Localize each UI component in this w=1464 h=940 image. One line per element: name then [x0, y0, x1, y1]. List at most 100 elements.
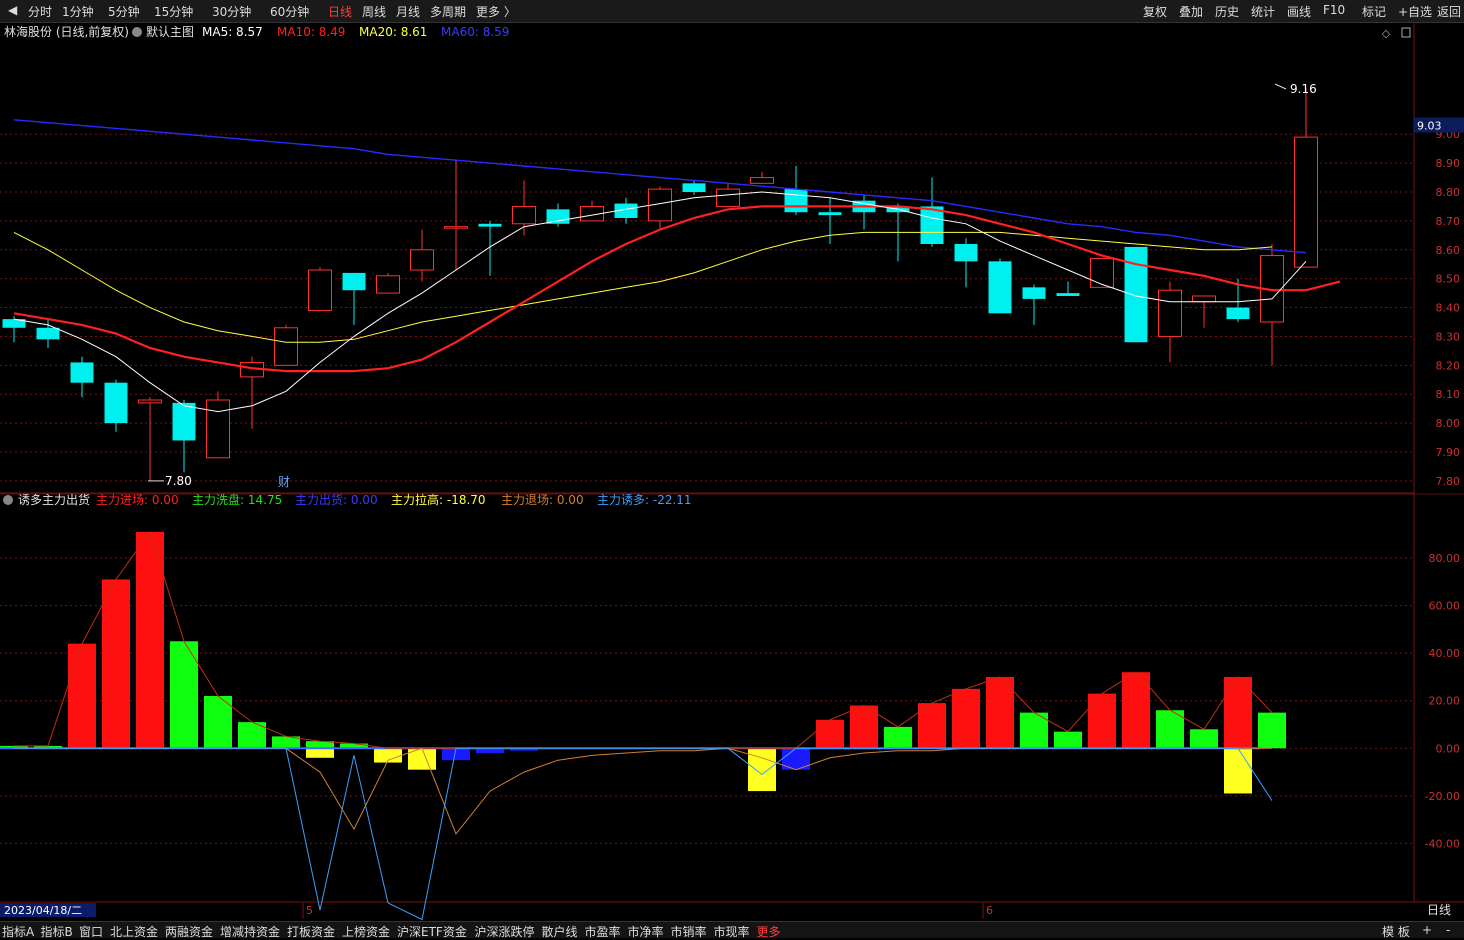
ma-legend-2: MA20: 8.61 — [359, 25, 427, 39]
tab-sxl[interactable]: 市销率 — [671, 923, 707, 940]
tuichang-line — [14, 747, 1272, 835]
collapse-icon[interactable]: ◀ — [8, 3, 17, 17]
price-tick: 8.00 — [1436, 417, 1461, 430]
candle-body-up — [1192, 295, 1216, 303]
period-5min[interactable]: 5分钟 — [108, 3, 140, 20]
period-day[interactable]: 日线 — [328, 3, 352, 20]
indicator-name[interactable]: 诱多主力出货 — [18, 492, 90, 507]
bar-jinchang — [1088, 693, 1116, 749]
price-tick: 8.90 — [1436, 157, 1461, 170]
price-tick: 8.40 — [1436, 302, 1461, 315]
candle-body-down — [682, 183, 706, 192]
tab-dbzj[interactable]: 打板资金 — [287, 923, 335, 940]
tool-biaoji[interactable]: 标记 — [1362, 3, 1386, 20]
bar-xipan — [884, 726, 912, 749]
indicator-dropdown-icon[interactable] — [3, 495, 13, 505]
tab-zjcz[interactable]: 增减持资金 — [220, 923, 280, 940]
high-label: 9.16 — [1290, 82, 1317, 96]
tool-diejia[interactable]: 叠加 — [1179, 3, 1203, 20]
price-tick: 8.70 — [1436, 215, 1461, 228]
candle-body-down — [546, 209, 570, 224]
diamond-icon[interactable]: ◇ — [1382, 27, 1391, 40]
period-1min[interactable]: 1分钟 — [62, 3, 94, 20]
bar-lagao — [306, 748, 334, 758]
price-tick: 8.50 — [1436, 273, 1461, 286]
tool-fuquan[interactable]: 复权 — [1143, 3, 1167, 20]
bottom-plus[interactable]: + — [1422, 923, 1432, 937]
indicator-tick: -40.00 — [1425, 837, 1460, 850]
period-month[interactable]: 月线 — [396, 3, 420, 20]
template-name[interactable]: 默认主图 — [146, 24, 194, 39]
bar-lagao — [1224, 748, 1252, 794]
indicator-tick: 60.00 — [1429, 600, 1461, 613]
tool-zixuan[interactable]: +自选 — [1398, 3, 1432, 20]
candle-body-down — [784, 189, 808, 213]
tab-more[interactable]: 更多 — [757, 923, 781, 940]
indicator-legend-2: 主力出货: 0.00 — [295, 492, 378, 507]
indicator-legend-0: 主力进场: 0.00 — [96, 493, 179, 507]
bar-jinchang — [102, 579, 130, 749]
tool-huaxian[interactable]: 画线 — [1287, 3, 1311, 20]
tab-sbzj[interactable]: 上榜资金 — [342, 923, 390, 940]
period-15min[interactable]: 15分钟 — [154, 3, 193, 20]
bar-xipan — [1054, 731, 1082, 749]
tool-tongji[interactable]: 统计 — [1251, 3, 1275, 20]
date-label: 2023/04/18/二 — [4, 904, 82, 917]
period-60min[interactable]: 60分钟 — [270, 3, 309, 20]
candle-body-up — [512, 205, 536, 225]
tab-syl[interactable]: 市盈率 — [585, 923, 621, 940]
candle-body-down — [104, 382, 128, 424]
price-tick: 7.80 — [1436, 475, 1461, 488]
stock-title: 林海股份 (日线,前复权) — [4, 24, 129, 39]
month-marker: 6 — [986, 904, 993, 917]
candle-body-up — [1090, 257, 1114, 288]
tool-lishi[interactable]: 历史 — [1215, 3, 1239, 20]
template-dropdown-icon[interactable] — [132, 27, 142, 37]
candle-body-up — [1158, 289, 1182, 337]
low-label: 7.80 — [165, 474, 192, 488]
price-tick: 8.10 — [1436, 388, 1461, 401]
tab-bszj[interactable]: 北上资金 — [110, 923, 158, 940]
candle-body-down — [1056, 293, 1080, 296]
candle-body-up — [444, 226, 468, 229]
maximize-icon[interactable] — [1401, 27, 1411, 38]
ma-legend-3: MA60: 8.59 — [441, 25, 509, 39]
bar-jinchang — [68, 643, 96, 749]
bar-jinchang — [816, 719, 844, 749]
tab-zba[interactable]: 指标A — [2, 923, 34, 940]
tool-fanhui[interactable]: 返回 — [1437, 3, 1461, 20]
period-more[interactable]: 更多 〉 — [476, 3, 516, 20]
candle-body-down — [1022, 287, 1046, 299]
tab-hszdt[interactable]: 沪深涨跌停 — [475, 923, 535, 940]
indicator-legend-1: 主力洗盘: 14.75 — [192, 492, 282, 507]
period-week[interactable]: 周线 — [362, 3, 386, 20]
period-30min[interactable]: 30分钟 — [212, 3, 251, 20]
candle-body-up — [308, 269, 332, 311]
tab-shx[interactable]: 散户线 — [542, 923, 578, 940]
candle-body-down — [954, 244, 978, 262]
tab-hsetf[interactable]: 沪深ETF资金 — [397, 923, 467, 940]
price-tick: 7.90 — [1436, 446, 1461, 459]
candle-body-down — [478, 223, 502, 227]
candle-body-up — [376, 275, 400, 294]
chart-area: 林海股份 (日线,前复权) 默认主图 MA5: 8.57 MA10: 8.49 MA20… — [0, 22, 1464, 921]
tab-sxianl[interactable]: 市现率 — [714, 923, 750, 940]
bottom-muban[interactable]: 模 板 — [1382, 923, 1410, 940]
indicator-tick: 20.00 — [1429, 695, 1461, 708]
tab-sjl[interactable]: 市净率 — [628, 923, 664, 940]
candle-body-up — [410, 249, 434, 271]
tab-zbb[interactable]: 指标B — [41, 923, 73, 940]
month-marker: 5 — [306, 904, 313, 917]
indicator-legend-3: 主力拉高: -18.70 — [391, 492, 486, 507]
candle-body-down — [818, 212, 842, 216]
tab-lrzj[interactable]: 两融资金 — [165, 923, 213, 940]
tab-win[interactable]: 窗口 — [79, 923, 103, 940]
period-fenshi[interactable]: 分时 — [28, 3, 52, 20]
bottom-minus[interactable]: - — [1446, 923, 1450, 937]
tool-f10[interactable]: F10 — [1323, 3, 1345, 17]
news-marker[interactable]: 财 — [278, 475, 290, 489]
candle-body-up — [716, 188, 740, 207]
period-multi[interactable]: 多周期 — [430, 3, 466, 20]
strength-line — [14, 530, 1273, 749]
candle-body-up — [138, 399, 162, 404]
